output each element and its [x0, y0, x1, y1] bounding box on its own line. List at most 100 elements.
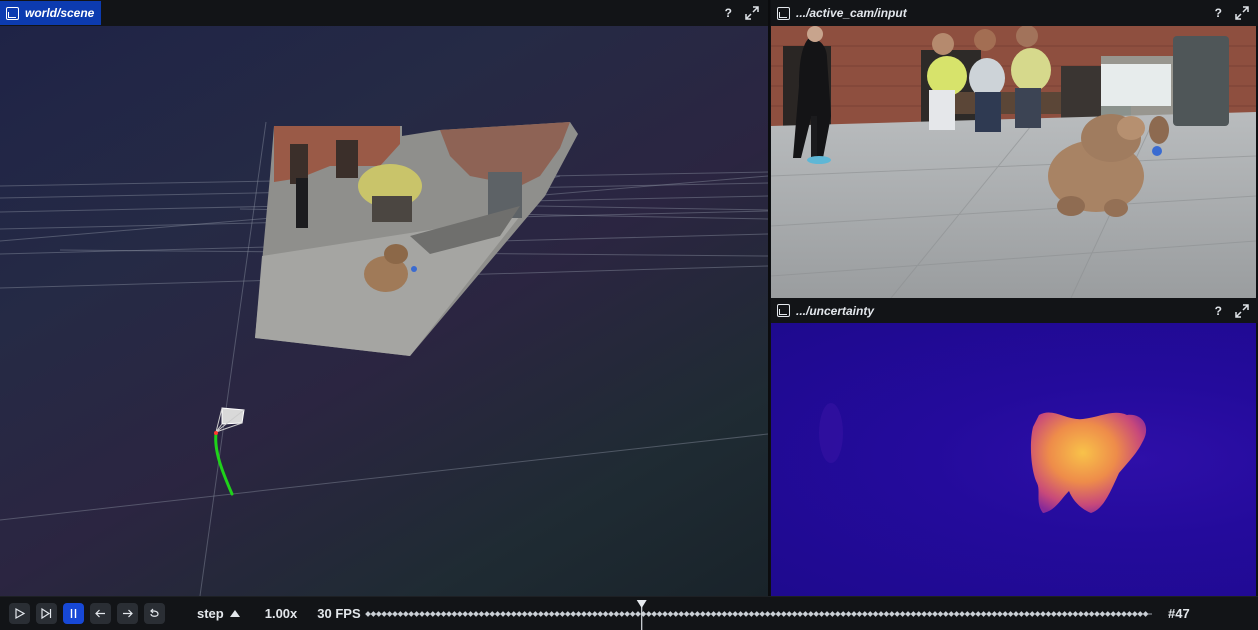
- timeline-event-marker: [537, 611, 544, 617]
- timeline-event-marker: [413, 611, 420, 617]
- timeline-event-marker: [564, 611, 571, 617]
- timeline-event-marker: [462, 611, 469, 617]
- uncertainty-panel-tab[interactable]: .../uncertainty: [771, 299, 881, 323]
- scene-panel-tab[interactable]: world/scene: [0, 1, 102, 25]
- timeline-event-marker: [408, 611, 415, 617]
- timeline-event-marker: [381, 611, 388, 617]
- timeline-event-marker: [926, 611, 933, 617]
- timeline-event-marker: [451, 611, 458, 617]
- timeline-event-marker: [986, 611, 992, 617]
- panel-divider[interactable]: [768, 0, 770, 596]
- input-image-view[interactable]: [771, 26, 1256, 298]
- next-frame-button[interactable]: [117, 603, 138, 624]
- timeline-event-marker: [878, 611, 884, 617]
- view-2d-icon: [777, 304, 790, 317]
- timeline-event-marker: [1142, 611, 1149, 617]
- timeline-event-marker: [953, 611, 960, 617]
- timeline-event-marker: [392, 611, 398, 617]
- timeline-event-marker: [748, 611, 755, 617]
- timeline-event-marker: [483, 611, 490, 617]
- timeline-event-marker: [1007, 611, 1014, 617]
- timeline-event-marker: [1029, 611, 1036, 617]
- maximize-icon[interactable]: [744, 5, 760, 21]
- loop-button[interactable]: [144, 603, 165, 624]
- timeline-event-marker: [959, 611, 965, 617]
- uncertainty-image-view[interactable]: [771, 323, 1256, 596]
- timeline-event-marker: [521, 611, 528, 617]
- previous-frame-button[interactable]: [90, 603, 111, 624]
- timeline-event-marker: [1110, 611, 1117, 617]
- timeline-event-marker: [910, 611, 917, 617]
- timeline-event-marker: [1034, 611, 1041, 617]
- scene-panel-title: world/scene: [25, 6, 95, 20]
- timeline-event-marker: [1094, 611, 1100, 617]
- timeline-event-marker: [1137, 611, 1144, 617]
- timeline-event-marker: [964, 611, 971, 617]
- timeline-event-marker: [764, 611, 771, 617]
- timeline-event-marker: [656, 611, 663, 617]
- high-uncertainty-region: [1030, 412, 1147, 513]
- timeline-event-marker: [672, 611, 679, 617]
- timeline-scrubber[interactable]: [364, 597, 1154, 630]
- uncertainty-heatmap: [819, 403, 1147, 513]
- timeline-event-marker: [818, 611, 825, 617]
- arrow-left-icon: [95, 609, 105, 618]
- scene-help-button[interactable]: ?: [725, 6, 732, 20]
- timeline-event-marker: [543, 611, 550, 617]
- timeline-event-marker: [797, 611, 803, 617]
- timeline-event-marker: [1072, 611, 1079, 617]
- playback-speed[interactable]: 1.00x: [265, 606, 298, 621]
- maximize-icon[interactable]: [1234, 5, 1250, 21]
- timeline-event-marker: [694, 611, 701, 617]
- timeline-event-marker: [635, 611, 641, 617]
- timeline-event-marker: [807, 611, 814, 617]
- timeline-event-marker: [678, 611, 685, 617]
- loop-icon: [150, 608, 159, 617]
- timeline-event-marker: [1115, 611, 1122, 617]
- timeline-event-marker: [770, 611, 776, 617]
- timeline-event-marker: [494, 611, 501, 617]
- timeline-event-marker: [845, 611, 852, 617]
- timeline-event-marker: [894, 611, 901, 617]
- playback-mode-dropdown[interactable]: step: [197, 606, 240, 621]
- skip-to-end-icon: [41, 607, 52, 620]
- timeline-event-marker: [732, 611, 739, 617]
- skip-to-end-button[interactable]: [36, 603, 57, 624]
- timeline-event-marker: [780, 611, 787, 617]
- timeline-event-marker: [527, 611, 533, 617]
- maximize-icon[interactable]: [1234, 303, 1250, 319]
- timeline-event-marker: [467, 611, 474, 617]
- timeline-event-marker: [662, 611, 668, 617]
- timeline-event-marker: [689, 611, 695, 617]
- timeline-event-marker: [942, 611, 949, 617]
- timeline-event-marker: [1056, 611, 1063, 617]
- play-button[interactable]: [9, 603, 30, 624]
- view-2d-icon: [777, 6, 790, 20]
- timeline-event-marker: [456, 611, 463, 617]
- timeline-event-marker: [883, 611, 890, 617]
- input-panel-title: .../active_cam/input: [796, 6, 907, 20]
- input-panel-header: .../active_cam/input ?: [771, 0, 1258, 26]
- uncertainty-help-button[interactable]: ?: [1215, 304, 1222, 318]
- playback-fps[interactable]: 30 FPS: [317, 606, 360, 621]
- timeline-event-marker: [489, 611, 496, 617]
- scene-3d-view[interactable]: [0, 26, 768, 596]
- timeline-event-marker: [559, 611, 566, 617]
- timeline-event-marker: [980, 611, 987, 617]
- timeline-event-marker: [1061, 611, 1068, 617]
- arrow-right-icon: [123, 609, 133, 618]
- timeline-event-marker: [1083, 611, 1090, 617]
- timeline-event-marker: [1013, 611, 1019, 617]
- timeline-event-marker: [1126, 611, 1133, 617]
- timeline-event-marker: [581, 611, 587, 617]
- timeline-event-marker: [834, 611, 841, 617]
- timeline-event-marker: [516, 611, 523, 617]
- input-help-button[interactable]: ?: [1215, 6, 1222, 20]
- timeline-event-marker: [591, 611, 598, 617]
- scene-canvas[interactable]: [0, 26, 768, 596]
- timeline-event-marker: [386, 611, 393, 617]
- timeline-event-marker: [645, 611, 652, 617]
- pause-button[interactable]: [63, 603, 84, 624]
- timeline-event-marker: [613, 611, 620, 617]
- input-panel-tab[interactable]: .../active_cam/input: [771, 1, 914, 25]
